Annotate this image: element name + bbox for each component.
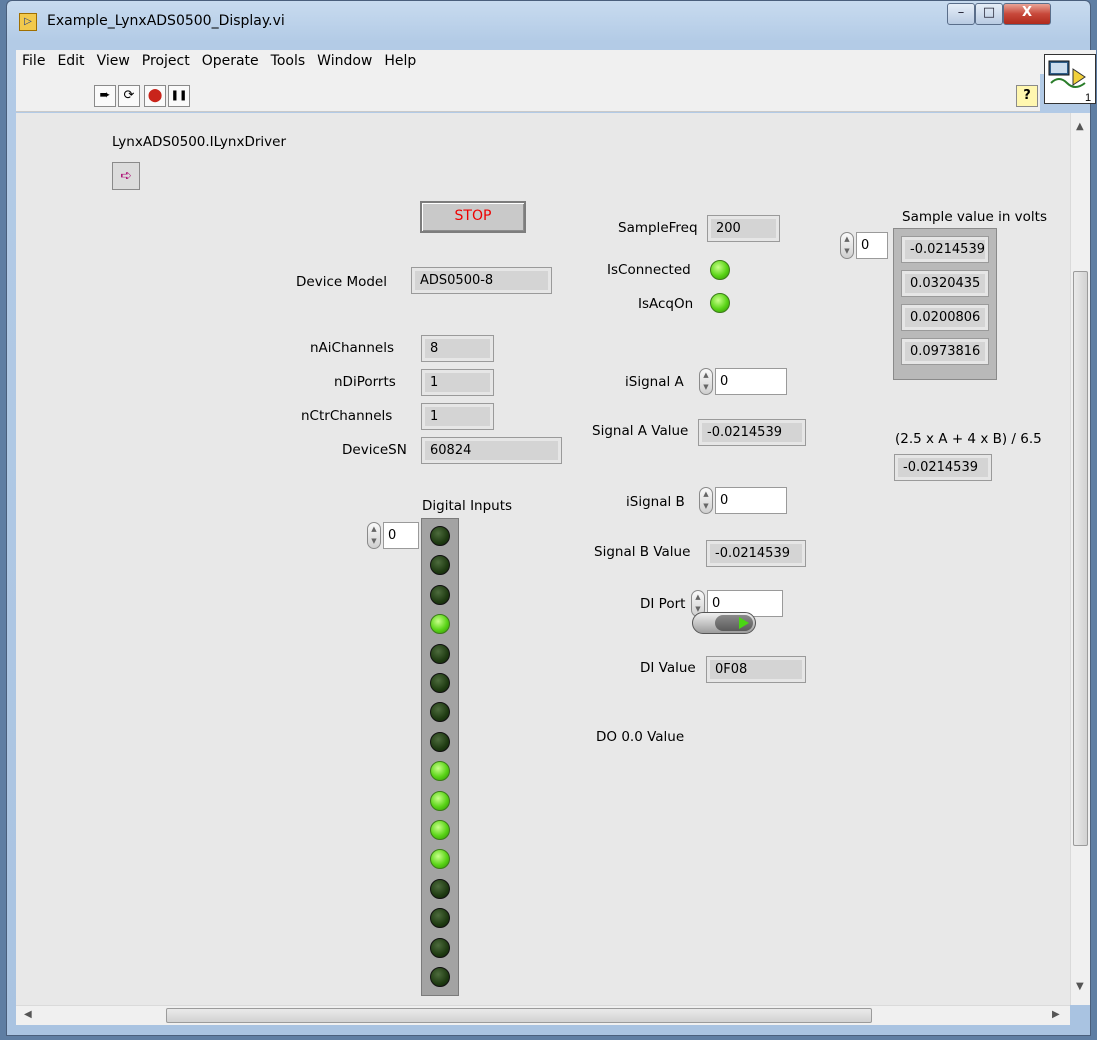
scroll-down-icon[interactable]: ▼: [1076, 981, 1084, 992]
do-switch-arrow-icon: [739, 617, 749, 629]
n-di-ports-indicator: 1: [421, 369, 494, 396]
n-ctr-channels-indicator: 1: [421, 403, 494, 430]
signal-b-value-indicator: -0.0214539: [706, 540, 806, 567]
run-continuously-icon[interactable]: ⟳: [118, 85, 140, 107]
sample-value-1: 0.0320435: [901, 270, 989, 297]
sample-freq-indicator: 200: [707, 215, 780, 242]
signal-a-value-label: Signal A Value: [592, 423, 689, 439]
device-model-indicator: ADS0500-8: [411, 267, 552, 294]
signal-a-value-indicator: -0.0214539: [698, 419, 806, 446]
isignal-a-input[interactable]: 0: [715, 368, 787, 395]
scroll-right-icon[interactable]: ▶: [1052, 1009, 1060, 1020]
maximize-button[interactable]: □: [975, 3, 1003, 25]
toolbar: ➨ ⟳ ⬤ ❚❚ ?: [16, 74, 1040, 112]
digital-input-led: [430, 614, 450, 635]
digital-input-led: [430, 908, 450, 929]
signal-b-value-label: Signal B Value: [594, 544, 691, 560]
formula-label: (2.5 x A + 4 x B) / 6.5: [895, 431, 1042, 447]
scroll-left-icon[interactable]: ◀: [24, 1009, 32, 1020]
menu-help[interactable]: Help: [378, 50, 422, 69]
digital-inputs-index-spinner[interactable]: ▲ ▼: [367, 522, 381, 549]
menu-operate[interactable]: Operate: [196, 50, 265, 69]
device-sn-indicator: 60824: [421, 437, 562, 464]
sample-values-index-input[interactable]: 0: [856, 232, 888, 259]
digital-input-led: [430, 878, 450, 899]
sample-value-2: 0.0200806: [901, 304, 989, 331]
digital-input-led: [430, 702, 450, 723]
vertical-scroll-thumb[interactable]: [1073, 271, 1088, 846]
digital-input-led: [430, 643, 450, 664]
digital-input-led: [430, 673, 450, 693]
do-toggle-switch[interactable]: [692, 612, 756, 634]
digital-inputs-index-input[interactable]: 0: [383, 522, 419, 549]
pause-icon[interactable]: ❚❚: [168, 85, 190, 107]
n-ai-channels-indicator: 8: [421, 335, 494, 362]
sample-values-label: Sample value in volts: [902, 209, 1047, 225]
digital-inputs-label: Digital Inputs: [422, 498, 513, 514]
digital-input-led: [430, 790, 450, 811]
vi-connector-icon[interactable]: 1: [1044, 54, 1096, 104]
digital-inputs-array: [421, 518, 459, 996]
digital-input-led: [430, 967, 450, 987]
is-connected-led: [710, 260, 730, 280]
sample-values-array: -0.0214539 0.0320435 0.0200806 0.0973816: [893, 228, 997, 380]
driver-refnum-icon[interactable]: ➪: [112, 162, 140, 190]
vertical-scrollbar[interactable]: ▲ ▼: [1070, 113, 1090, 1005]
device-model-label: Device Model: [296, 274, 387, 290]
device-sn-label: DeviceSN: [342, 442, 407, 458]
is-acq-on-label: IsAcqOn: [638, 296, 694, 312]
driver-label: LynxADS0500.ILynxDriver: [112, 134, 287, 150]
isignal-b-input[interactable]: 0: [715, 487, 787, 514]
title-bar[interactable]: ▷ Example_LynxADS0500_Display.vi – □ X: [7, 1, 1090, 47]
minimize-button[interactable]: –: [947, 3, 975, 25]
labview-icon: ▷: [19, 13, 37, 31]
menu-project[interactable]: Project: [136, 50, 196, 69]
digital-input-led: [430, 731, 450, 752]
di-port-label: DI Port: [640, 596, 686, 612]
n-ai-channels-label: nAiChannels: [310, 340, 394, 356]
horizontal-scrollbar[interactable]: ◀ ▶: [16, 1005, 1070, 1025]
scroll-up-icon[interactable]: ▲: [1076, 121, 1084, 132]
isignal-b-label: iSignal B: [626, 494, 685, 510]
vi-connector-index: 1: [1085, 92, 1091, 103]
digital-input-led: [430, 555, 450, 576]
is-connected-label: IsConnected: [607, 262, 691, 278]
sample-value-3: 0.0973816: [901, 338, 989, 365]
isignal-b-spinner[interactable]: ▲ ▼: [699, 487, 713, 514]
sample-values-index-spinner[interactable]: ▲ ▼: [840, 232, 854, 259]
is-acq-on-led: [710, 293, 730, 313]
context-help-icon[interactable]: ?: [1016, 85, 1038, 107]
close-button[interactable]: X: [1003, 3, 1051, 25]
di-value-indicator: 0F08: [706, 656, 806, 683]
isignal-a-spinner[interactable]: ▲ ▼: [699, 368, 713, 395]
menu-file[interactable]: File: [16, 50, 51, 69]
isignal-a-label: iSignal A: [625, 374, 684, 390]
digital-input-led: [430, 849, 450, 870]
window-title: Example_LynxADS0500_Display.vi: [47, 13, 285, 29]
menu-bar: File Edit View Project Operate Tools Window Hel…: [16, 50, 1096, 74]
abort-icon[interactable]: ⬤: [144, 85, 166, 107]
menu-view[interactable]: View: [91, 50, 136, 69]
di-value-label: DI Value: [640, 660, 696, 676]
menu-window[interactable]: Window: [311, 50, 378, 69]
digital-input-led: [430, 526, 450, 546]
do-value-label: DO 0.0 Value: [596, 729, 685, 745]
menu-tools[interactable]: Tools: [265, 50, 312, 69]
digital-input-led: [430, 761, 450, 782]
formula-indicator: -0.0214539: [894, 454, 992, 481]
run-arrow-icon[interactable]: ➨: [94, 85, 116, 107]
digital-input-led: [430, 937, 450, 958]
n-ctr-channels-label: nCtrChannels: [301, 408, 393, 424]
menu-edit[interactable]: Edit: [51, 50, 90, 69]
digital-input-led: [430, 584, 450, 605]
stop-button[interactable]: STOP: [420, 201, 526, 233]
sample-value-0: -0.0214539: [901, 236, 989, 263]
n-di-ports-label: nDiPorrts: [334, 374, 396, 390]
horizontal-scroll-thumb[interactable]: [166, 1008, 872, 1023]
sample-freq-label: SampleFreq: [618, 220, 698, 236]
front-panel: LynxADS0500.ILynxDriver ➪ STOP Device Mo…: [16, 113, 1070, 1005]
digital-input-led: [430, 820, 450, 840]
